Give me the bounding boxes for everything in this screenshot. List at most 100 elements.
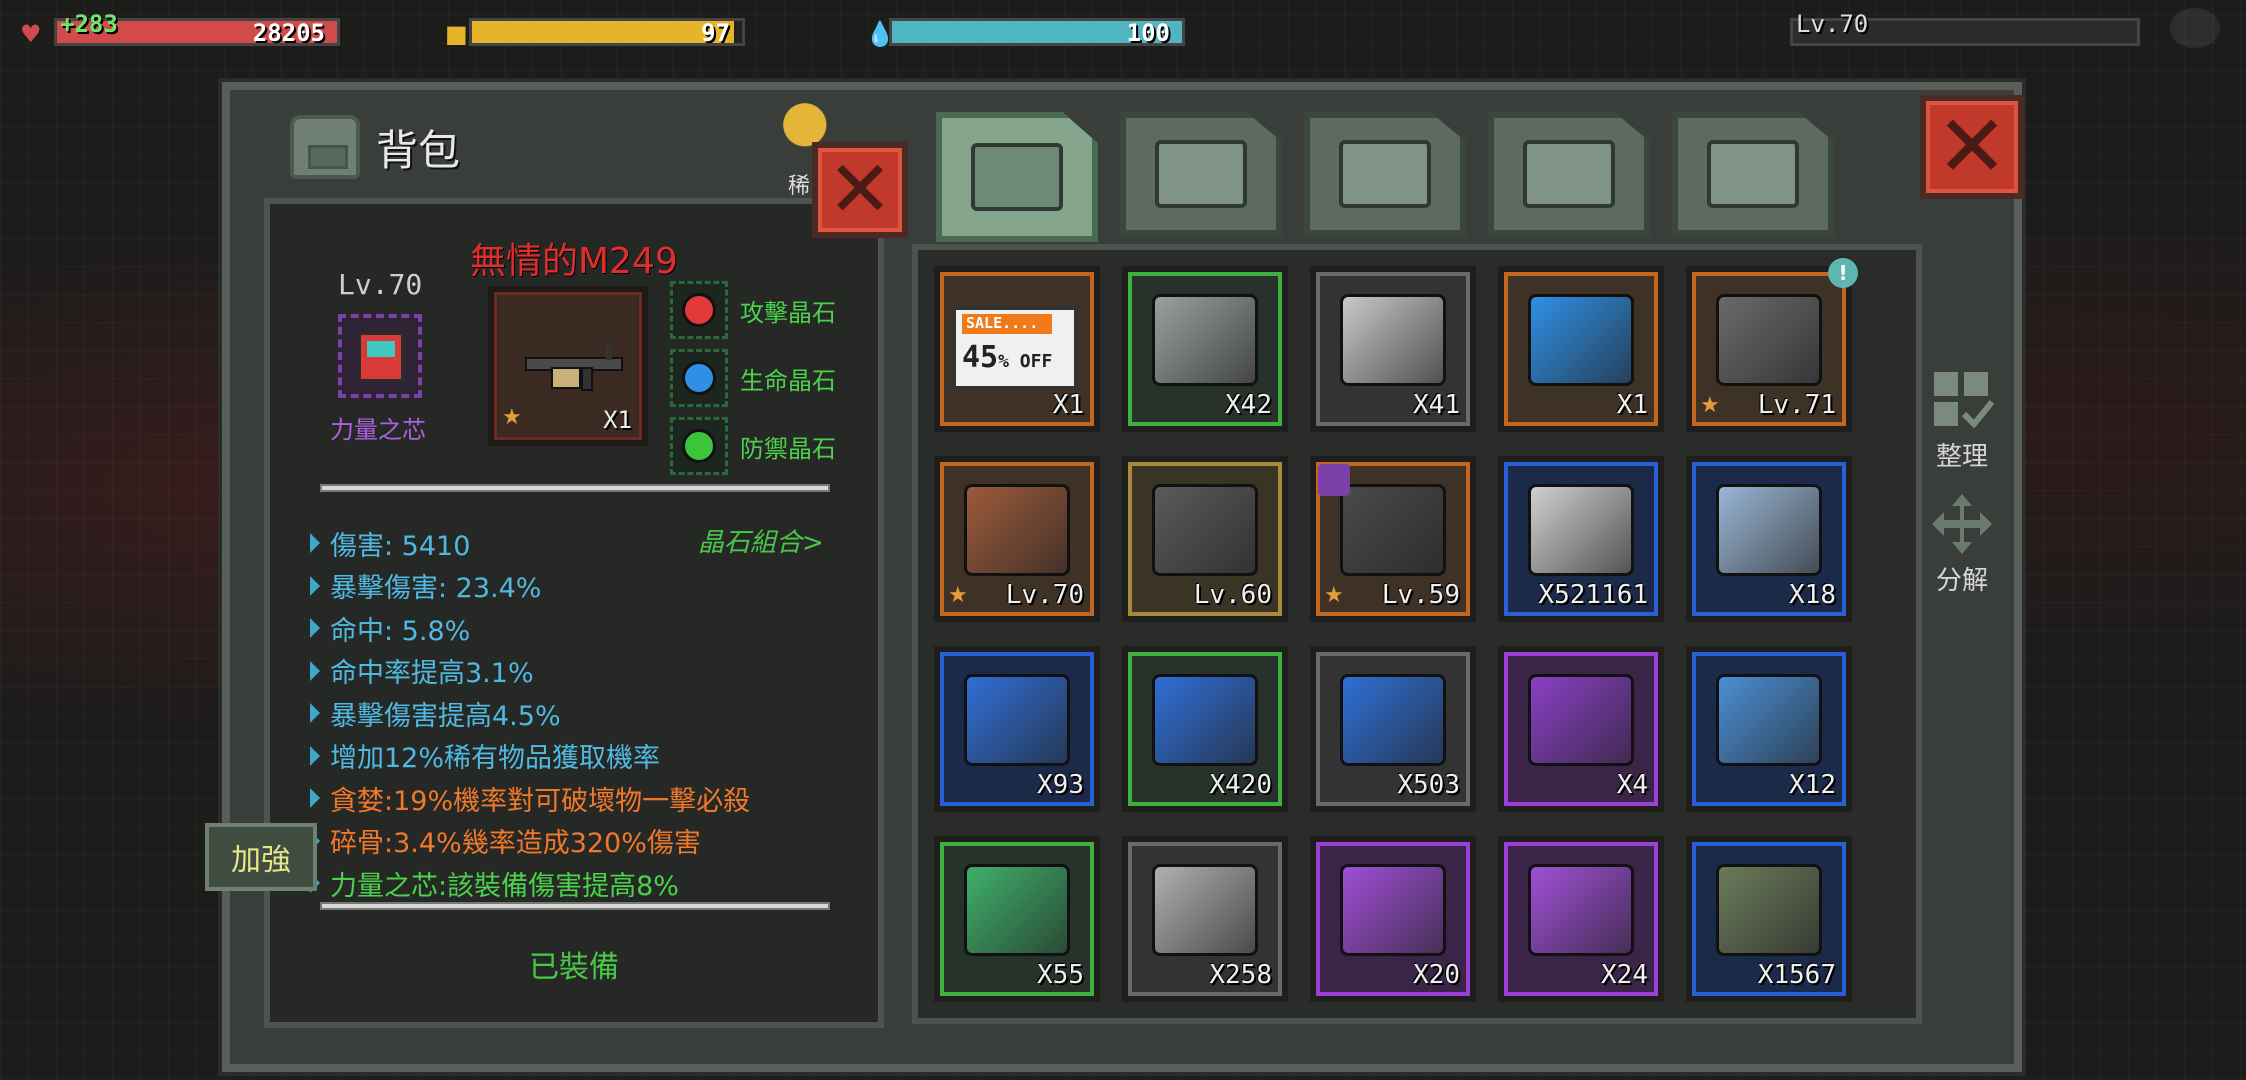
green-wrench-kit-icon [964, 864, 1070, 956]
gem-row-life[interactable]: 生命晶石 [670, 344, 836, 412]
inventory-item[interactable]: X18 [1686, 456, 1852, 622]
stat-text: 命中率提高3.1% [330, 658, 534, 690]
heart-icon: ♥ [20, 20, 42, 48]
item-quantity: X55 [1037, 960, 1084, 990]
divider [320, 902, 830, 910]
stat-row: 傷害: 5410 [310, 522, 750, 565]
triangle-right-icon [310, 703, 320, 724]
stat-text: 力量之芯:該裝備傷害提高8% [330, 870, 679, 902]
item-quantity: X1 [1616, 390, 1648, 420]
gem-label: 生命晶石 [740, 366, 836, 395]
machine-gun-icon [525, 342, 623, 391]
crossbow-icon [1340, 484, 1446, 576]
decompose-button[interactable]: 分解 [1930, 492, 1994, 597]
blue-core-module-icon [964, 674, 1070, 766]
triangle-right-icon [310, 575, 320, 596]
burger-icon: ■ [445, 20, 468, 48]
wrench-icon [1707, 140, 1799, 208]
sale-text: SALE.... [962, 314, 1052, 334]
stat-row: 碎骨:3.4%幾率造成320%傷害 [310, 820, 750, 863]
inventory-item[interactable]: X41 [1310, 266, 1476, 432]
item-quantity: Lv.60 [1193, 580, 1272, 610]
weapon-name: 無情的M249 [470, 241, 678, 282]
triangle-right-icon [310, 618, 320, 639]
green-gem-icon [682, 429, 716, 463]
gem-label: 防禦晶石 [740, 434, 836, 463]
weapon-quantity: X1 [603, 406, 632, 434]
tab-weapons[interactable] [1488, 112, 1650, 236]
partial-label: 稀 [788, 174, 811, 199]
inventory-item[interactable]: X20 [1310, 836, 1476, 1002]
inventory-item[interactable]: ★ Lv.71! [1686, 258, 1858, 432]
gray-core-module-icon [1340, 674, 1446, 766]
inventory-item[interactable]: ★ Lv.59 [1310, 456, 1476, 622]
close-backpack-button[interactable]: ✕ [1920, 95, 2024, 199]
inventory-item[interactable]: X42 [1122, 266, 1288, 432]
core-name: 力量之芯 [330, 416, 426, 444]
pistol-icon [1523, 140, 1615, 208]
core-level: Lv.70 [338, 268, 423, 301]
assault-rifle-icon [1152, 484, 1258, 576]
water-value: 100 [1126, 19, 1170, 47]
inventory-panel: SALE.... 45% OFF X1 X42 X41 X1 ★ Lv.71! ★ Lv.70 Lv… [912, 244, 1922, 1024]
tab-medical[interactable] [1120, 112, 1282, 236]
item-quantity: X12 [1789, 770, 1836, 800]
enhance-button[interactable]: 加強 [205, 823, 317, 891]
item-quantity: X20 [1413, 960, 1460, 990]
weapon-slot[interactable]: ★ X1 [488, 286, 648, 446]
food-fill [472, 21, 734, 43]
inventory-item[interactable]: ★ Lv.70 [934, 456, 1100, 622]
tab-tools[interactable] [1672, 112, 1834, 236]
backpack-icon [290, 115, 360, 179]
inventory-item[interactable]: X521161 [1498, 456, 1664, 622]
stat-text: 增加12%稀有物品獲取機率 [330, 743, 661, 775]
blue-wrench-kit-icon [1716, 674, 1822, 766]
triangle-right-icon [310, 660, 320, 681]
stat-row: 暴擊傷害: 23.4% [310, 565, 750, 608]
stat-row: 力量之芯:該裝備傷害提高8% [310, 862, 750, 905]
gem-label: 攻擊晶石 [740, 298, 836, 327]
inventory-item[interactable]: X1 [1498, 266, 1664, 432]
inventory-item[interactable]: X1567 [1686, 836, 1852, 1002]
item-quantity: X24 [1601, 960, 1648, 990]
gem-row-defense[interactable]: 防禦晶石 [670, 412, 836, 480]
green-core-module-icon [1152, 674, 1258, 766]
sort-button[interactable]: 整理 [1930, 368, 1994, 473]
inventory-item[interactable]: X55 [934, 836, 1100, 1002]
health-bar: ♥ 28205 +283 [20, 10, 340, 52]
stat-text: 暴擊傷害: 23.4% [330, 573, 542, 605]
inventory-item[interactable]: Lv.60 [1122, 456, 1288, 622]
backpack-icon [971, 143, 1063, 211]
chat-icon[interactable] [2170, 8, 2220, 48]
sort-icon [1934, 372, 1994, 429]
item-quantity: X41 [1413, 390, 1460, 420]
stat-row: 命中: 5.8% [310, 607, 750, 650]
inventory-item[interactable]: X93 [934, 646, 1100, 812]
white-crate-icon [1340, 294, 1446, 386]
item-quantity: X93 [1037, 770, 1084, 800]
close-detail-button[interactable]: ✕ [812, 142, 908, 238]
tab-armor[interactable] [1304, 112, 1466, 236]
triangle-right-icon [310, 745, 320, 766]
discount-suffix: % OFF [998, 351, 1053, 372]
stat-text: 碎骨:3.4%幾率造成320%傷害 [330, 828, 701, 860]
item-detail-panel: 無情的M249 Lv.70 力量之芯 ★ X1 攻擊晶石 生命晶石 防禦晶石 晶… [264, 198, 884, 1028]
inventory-item[interactable]: X420 [1122, 646, 1288, 812]
inventory-item[interactable]: X24 [1498, 836, 1664, 1002]
food-value: 97 [701, 19, 730, 47]
ammo-clip-icon [1716, 864, 1822, 956]
stat-text: 貪婪:19%機率對可破壞物一擊必殺 [330, 785, 751, 817]
shotgun-icon [964, 484, 1070, 576]
item-quantity: Lv.71 [1757, 390, 1836, 420]
divider [320, 484, 830, 492]
inventory-item[interactable]: X4 [1498, 646, 1664, 812]
gem-row-attack[interactable]: 攻擊晶石 [670, 276, 836, 344]
inventory-item[interactable]: X503 [1310, 646, 1476, 812]
core-slot[interactable] [338, 314, 422, 398]
inventory-item[interactable]: X258 [1122, 836, 1288, 1002]
power-badge-icon [1318, 464, 1350, 496]
inventory-item[interactable]: SALE.... 45% OFF X1 [934, 266, 1100, 432]
item-quantity: X521161 [1538, 580, 1648, 610]
tab-backpack[interactable] [936, 112, 1098, 242]
inventory-item[interactable]: X12 [1686, 646, 1852, 812]
